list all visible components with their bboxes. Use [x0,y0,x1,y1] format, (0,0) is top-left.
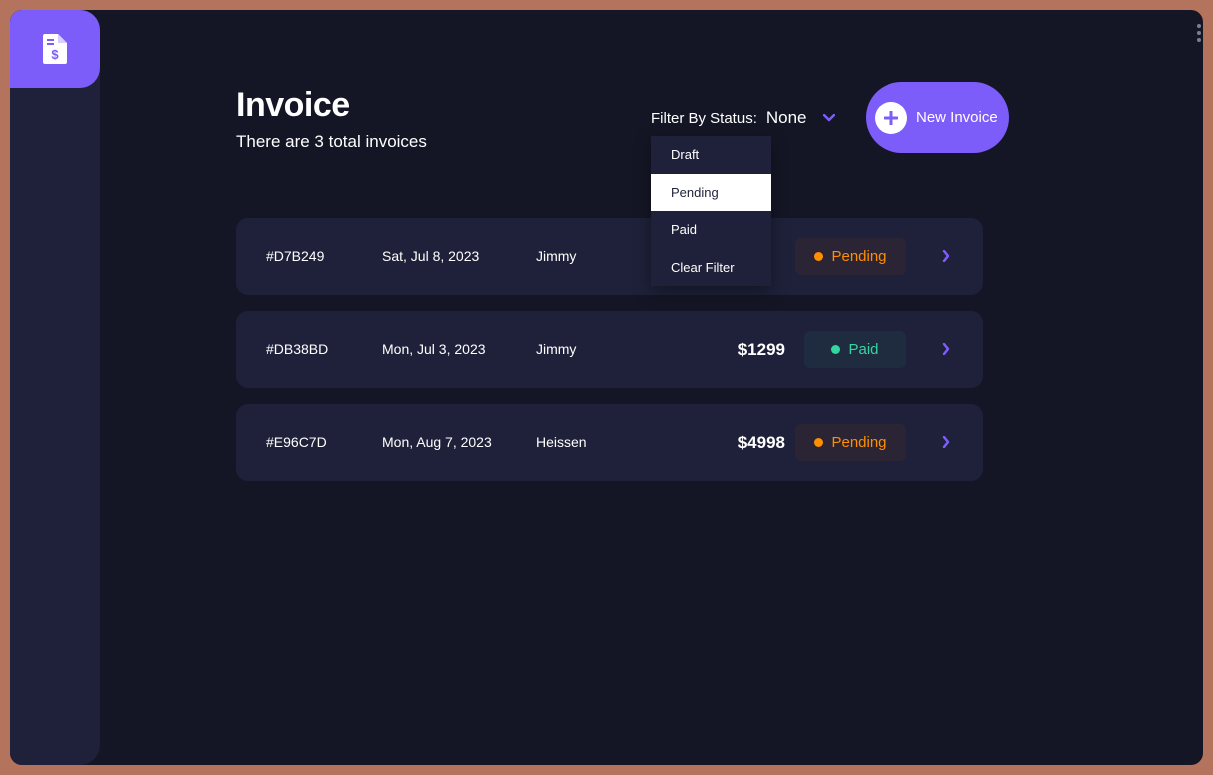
app-window: $ Invoice There are 3 total invoices Fil… [10,10,1203,765]
status-dot [831,345,841,354]
sidebar: $ [10,10,100,765]
invoice-count: There are 3 total invoices [236,132,427,151]
status-filter[interactable]: Filter By Status: None [651,106,835,130]
invoice-amount: $1299 [737,340,785,359]
chevron-right-icon[interactable] [942,343,950,355]
page-title: Invoice [236,86,350,124]
invoice-id: #E96C7D [266,434,327,450]
status-label: Paid [848,341,879,358]
invoice-id: #D7B249 [266,248,325,264]
chevron-right-icon[interactable] [942,250,950,262]
status-dot [814,252,824,261]
filter-label: Filter By Status: [651,109,757,127]
invoice-client: Jimmy [536,341,577,357]
menu-dot [1197,38,1201,42]
invoice-client: Heissen [536,434,587,450]
status-badge: Pending [795,238,906,275]
invoice-dollar-icon: $ [43,34,67,64]
invoice-row[interactable]: #D7B249 Sat, Jul 8, 2023 Jimmy Pending [236,218,983,295]
filter-value: None [765,108,807,127]
invoice-client: Jimmy [536,248,577,264]
invoice-due-date: Mon, Jul 3, 2023 [382,341,486,357]
status-dot [814,438,824,447]
invoice-due-date: Mon, Aug 7, 2023 [382,434,492,450]
plus-icon [875,101,907,134]
new-invoice-button[interactable]: New Invoice [866,82,1009,153]
invoice-row[interactable]: #E96C7D Mon, Aug 7, 2023 Heissen $4998 P… [236,404,983,481]
app-logo[interactable]: $ [10,10,100,88]
filter-option-pending[interactable]: Pending [651,173,771,211]
invoice-due-date: Sat, Jul 8, 2023 [382,248,480,264]
invoice-amount: $4998 [737,433,785,452]
svg-text:$: $ [51,47,59,62]
status-badge: Paid [804,331,906,368]
status-badge: Pending [795,424,906,461]
filter-option-clear[interactable]: Clear Filter [651,249,771,287]
chevron-right-icon[interactable] [942,436,950,448]
menu-dot [1197,24,1201,28]
filter-option-paid[interactable]: Paid [651,211,771,249]
invoice-id: #DB38BD [266,341,329,357]
filter-option-draft[interactable]: Draft [651,136,771,174]
invoice-row[interactable]: #DB38BD Mon, Jul 3, 2023 Jimmy $1299 Pai… [236,311,983,388]
menu-dot [1197,31,1201,35]
status-label: Pending [831,434,887,451]
filter-dropdown: Draft Pending Paid Clear Filter [651,136,771,286]
new-invoice-label: New Invoice [916,109,998,126]
window-menu-handle[interactable] [1197,24,1203,45]
chevron-down-icon[interactable] [822,114,835,122]
status-label: Pending [831,248,887,265]
